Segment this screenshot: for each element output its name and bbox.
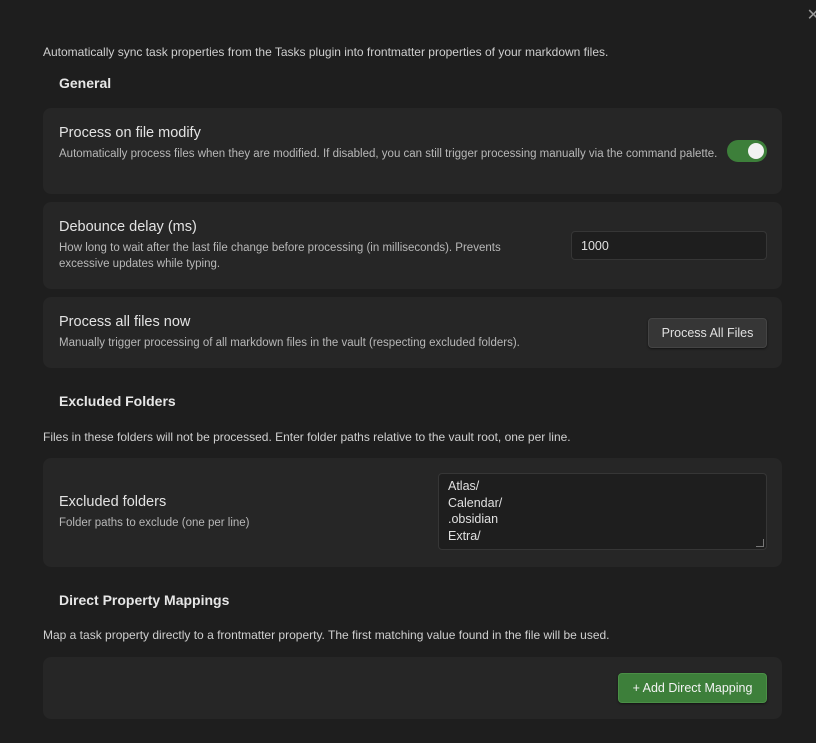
process-on-modify-description: Automatically process files when they ar… xyxy=(59,148,718,160)
debounce-delay-input[interactable] xyxy=(571,231,767,260)
excluded-folders-description: Files in these folders will not be proce… xyxy=(43,430,571,444)
resize-handle-icon[interactable] xyxy=(756,539,764,547)
excluded-folders-label: Excluded folders xyxy=(59,494,167,510)
debounce-delay-setting: Debounce delay (ms) How long to wait aft… xyxy=(43,202,782,289)
debounce-delay-label: Debounce delay (ms) xyxy=(59,219,197,235)
close-icon[interactable]: ✕ xyxy=(807,8,816,24)
excluded-folder-line: Calendar/ xyxy=(448,495,503,510)
debounce-delay-description: How long to wait after the last file cha… xyxy=(59,242,501,270)
direct-mappings-heading: Direct Property Mappings xyxy=(59,592,230,608)
toggle-knob xyxy=(748,143,764,159)
process-all-description: Manually trigger processing of all markd… xyxy=(59,337,520,349)
process-all-setting: Process all files now Manually trigger p… xyxy=(43,297,782,368)
direct-mappings-card: + Add Direct Mapping xyxy=(43,657,782,719)
excluded-folder-line: Atlas/ xyxy=(448,479,480,493)
process-on-modify-label: Process on file modify xyxy=(59,125,201,141)
direct-mappings-description: Map a task property directly to a frontm… xyxy=(43,628,610,642)
process-on-modify-toggle[interactable] xyxy=(727,140,767,162)
excluded-folders-textarea[interactable]: Atlas/ Calendar/ .obsidian Extra/ xyxy=(438,473,767,550)
excluded-folder-line: .obsidian xyxy=(448,512,499,526)
process-on-modify-setting: Process on file modify Automatically pro… xyxy=(43,108,782,194)
process-all-files-button[interactable]: Process All Files xyxy=(648,318,767,348)
add-direct-mapping-button[interactable]: + Add Direct Mapping xyxy=(618,673,767,703)
excluded-folders-setting: Excluded folders Folder paths to exclude… xyxy=(43,458,782,567)
excluded-folder-line: Extra/ xyxy=(448,528,481,543)
excluded-folders-heading: Excluded Folders xyxy=(59,393,176,409)
excluded-folders-sub-description: Folder paths to exclude (one per line) xyxy=(59,517,250,529)
process-all-label: Process all files now xyxy=(59,314,191,330)
general-heading: General xyxy=(59,75,112,91)
settings-page: ✕ Automatically sync task properties fro… xyxy=(0,0,816,743)
plugin-description: Automatically sync task properties from … xyxy=(43,45,609,59)
